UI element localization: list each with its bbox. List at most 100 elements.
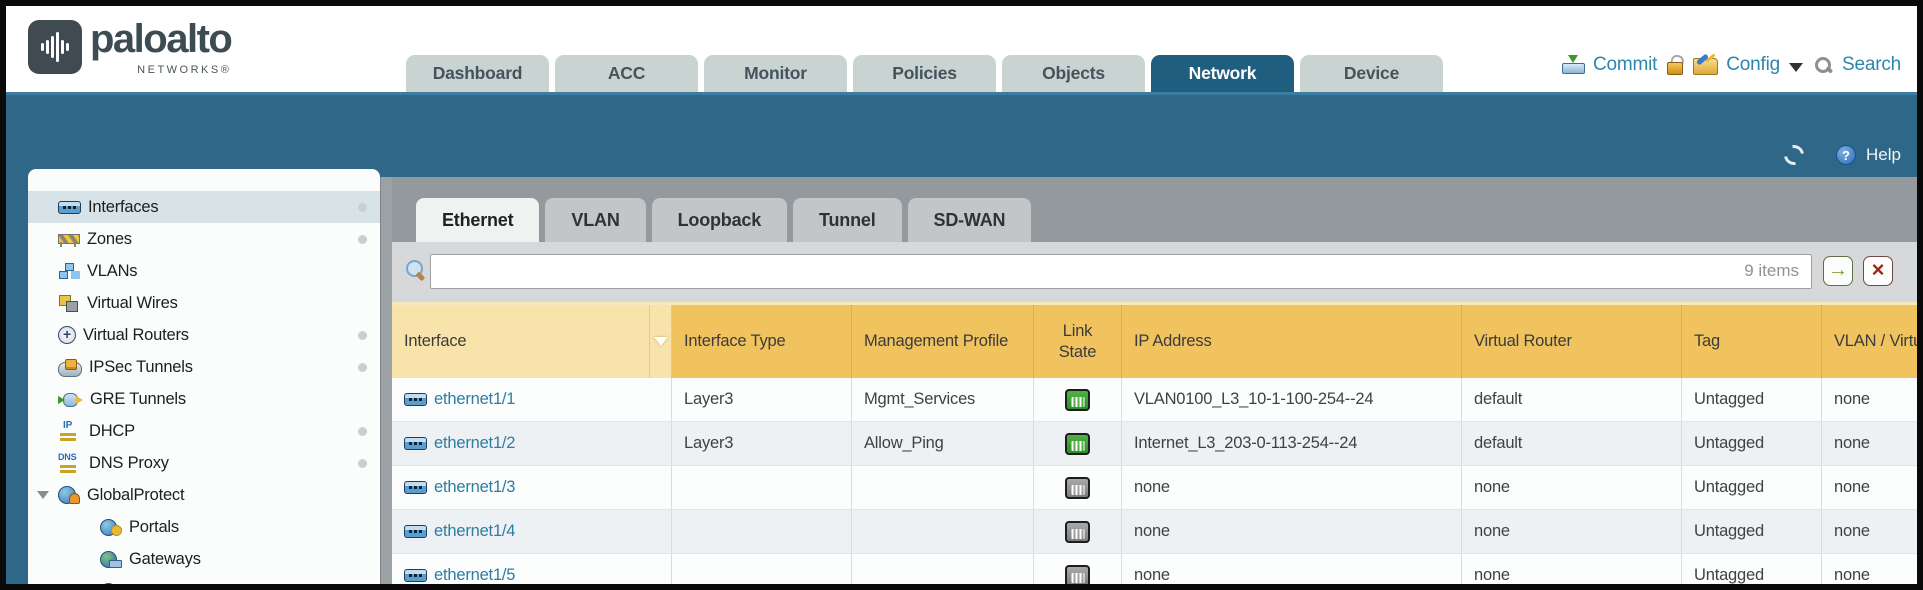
sidebar-item-label: VLANs	[87, 262, 137, 281]
filter-input[interactable]	[430, 254, 1812, 289]
network-sidebar: Interfaces Zones VLANs Virtual Wires + Virtua…	[28, 169, 380, 584]
clear-filter-button[interactable]: ×	[1863, 256, 1893, 286]
sort-arrow-icon	[654, 337, 668, 346]
interface-link[interactable]: ethernet1/3	[434, 478, 515, 497]
nav-tab-device[interactable]: Device	[1300, 55, 1443, 92]
help-link[interactable]: Help	[1866, 145, 1901, 165]
sidebar-item-globalprotect[interactable]: GlobalProtect	[28, 479, 380, 511]
sidebar-item-label: Zones	[87, 230, 132, 249]
link-state-up-icon	[1065, 389, 1090, 411]
subtab-vlan[interactable]: VLAN	[545, 198, 645, 242]
interface-icon	[404, 481, 427, 494]
sidebar-item-label: Virtual Routers	[83, 326, 189, 345]
config-caret-icon[interactable]	[1789, 63, 1803, 72]
sidebar-item-portals[interactable]: Portals	[28, 511, 380, 543]
subtab-sd-wan[interactable]: SD-WAN	[908, 198, 1032, 242]
cell-tag: Untagged	[1682, 466, 1822, 509]
column-header-ip[interactable]: IP Address	[1122, 305, 1462, 378]
column-header-interface[interactable]: Interface	[392, 305, 672, 378]
cell-interface: ethernet1/1	[392, 378, 672, 421]
cell-ip: Internet_L3_203-0-113-254--24	[1122, 422, 1462, 465]
sidebar-item-vlans[interactable]: VLANs	[28, 255, 380, 287]
commit-icon[interactable]	[1562, 55, 1584, 75]
help-icon[interactable]: ?	[1836, 145, 1856, 165]
search-link[interactable]: Search	[1842, 54, 1901, 76]
interface-link[interactable]: ethernet1/1	[434, 390, 515, 409]
sidebar-item-interfaces[interactable]: Interfaces	[28, 191, 380, 223]
sidebar-item-label: DHCP	[89, 422, 135, 441]
config-icon[interactable]	[1693, 55, 1717, 75]
cell-ip: none	[1122, 466, 1462, 509]
column-header-label: Virtual Router	[1474, 331, 1572, 352]
commit-link[interactable]: Commit	[1593, 54, 1657, 76]
virtual-routers-icon: +	[58, 326, 76, 344]
interfaces-icon	[58, 201, 81, 214]
column-header-label: Interface Type	[684, 331, 785, 352]
nav-tabs: DashboardACCMonitorPoliciesObjectsNetwor…	[406, 55, 1443, 92]
column-header-tag[interactable]: Tag	[1682, 305, 1822, 378]
cell-ip: none	[1122, 554, 1462, 584]
subtab-loopback[interactable]: Loopback	[652, 198, 787, 242]
brand-name: paloalto	[90, 16, 231, 62]
nav-tab-acc[interactable]: ACC	[555, 55, 698, 92]
table-row[interactable]: ethernet1/1Layer3Mgmt_ServicesVLAN0100_L…	[392, 378, 1917, 422]
sidebar-item-virtual-wires[interactable]: Virtual Wires	[28, 287, 380, 319]
sort-dropdown[interactable]	[649, 305, 671, 378]
sidebar-item-gre-tunnels[interactable]: GRE Tunnels	[28, 383, 380, 415]
panel-splitter[interactable]	[380, 177, 392, 584]
virtual-wires-icon	[58, 295, 80, 311]
sidebar-item-virtual-routers[interactable]: + Virtual Routers	[28, 319, 380, 351]
top-header: paloalto NETWORKS® DashboardACCMonitorPo…	[6, 6, 1917, 92]
sidebar-item-dhcp[interactable]: DHCP	[28, 415, 380, 447]
config-link[interactable]: Config	[1726, 54, 1780, 76]
link-state-up-icon	[1065, 433, 1090, 455]
cell-link	[1034, 554, 1122, 584]
interface-icon	[404, 393, 427, 406]
interface-link[interactable]: ethernet1/5	[434, 566, 515, 584]
cell-profile	[852, 466, 1034, 509]
interface-link[interactable]: ethernet1/4	[434, 522, 515, 541]
subtab-ethernet[interactable]: Ethernet	[416, 198, 539, 242]
sidebar-item-partial[interactable]	[28, 575, 380, 584]
lock-icon[interactable]	[1666, 55, 1684, 75]
sidebar-item-ipsec-tunnels[interactable]: IPSec Tunnels	[28, 351, 380, 383]
refresh-icon[interactable]	[1780, 141, 1808, 169]
zones-icon	[58, 232, 80, 247]
column-header-type[interactable]: Interface Type	[672, 305, 852, 378]
cell-virtual_router: none	[1462, 510, 1682, 553]
apply-filter-button[interactable]: →	[1823, 256, 1853, 286]
search-icon[interactable]	[1814, 56, 1833, 75]
table-row[interactable]: ethernet1/2Layer3Allow_PingInternet_L3_2…	[392, 422, 1917, 466]
paloalto-logo: paloalto NETWORKS®	[28, 16, 231, 76]
nav-tab-monitor[interactable]: Monitor	[704, 55, 847, 92]
cell-interface: ethernet1/2	[392, 422, 672, 465]
column-header-virtual_router[interactable]: Virtual Router	[1462, 305, 1682, 378]
nav-tab-dashboard[interactable]: Dashboard	[406, 55, 549, 92]
column-header-vlan[interactable]: VLAN / Virtual Wire	[1822, 305, 1917, 378]
nav-tab-network[interactable]: Network	[1151, 55, 1294, 92]
vlans-icon	[58, 263, 80, 279]
cell-tag: Untagged	[1682, 378, 1822, 421]
sidebar-item-label: Portals	[129, 518, 179, 537]
expand-collapse-icon[interactable]	[37, 491, 49, 499]
cell-type	[672, 466, 852, 509]
nav-tab-policies[interactable]: Policies	[853, 55, 996, 92]
cell-vlan: none	[1822, 510, 1917, 553]
table-row[interactable]: ethernet1/3nonenoneUntaggednone	[392, 466, 1917, 510]
table-row[interactable]: ethernet1/4nonenoneUntaggednone	[392, 510, 1917, 554]
nav-tab-objects[interactable]: Objects	[1002, 55, 1145, 92]
sidebar-item-zones[interactable]: Zones	[28, 223, 380, 255]
cell-virtual_router: default	[1462, 378, 1682, 421]
column-header-link[interactable]: Link State	[1034, 305, 1122, 378]
table-row[interactable]: ethernet1/5nonenoneUntaggednone	[392, 554, 1917, 584]
sidebar-item-label: GRE Tunnels	[90, 390, 186, 409]
interface-link[interactable]: ethernet1/2	[434, 434, 515, 453]
item-dot	[358, 363, 367, 372]
cell-profile	[852, 554, 1034, 584]
column-header-profile[interactable]: Management Profile	[852, 305, 1034, 378]
sidebar-item-gateways[interactable]: Gateways	[28, 543, 380, 575]
sidebar-item-dns-proxy[interactable]: DNS Proxy	[28, 447, 380, 479]
subtab-tunnel[interactable]: Tunnel	[793, 198, 901, 242]
subtabs: EthernetVLANLoopbackTunnelSD-WAN	[416, 198, 1031, 242]
cell-type: Layer3	[672, 422, 852, 465]
